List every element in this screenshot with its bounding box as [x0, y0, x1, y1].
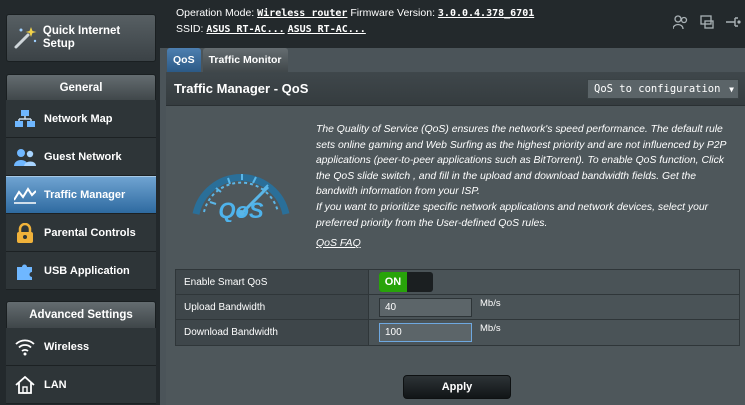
description-paragraph-2: If you want to prioritize specific netwo…: [316, 201, 709, 229]
sidebar-item-label: LAN: [44, 378, 67, 391]
sidebar-item-network-map[interactable]: Network Map: [6, 100, 156, 138]
download-bandwidth-input[interactable]: [379, 323, 472, 342]
firmware-link[interactable]: 3.0.0.4.378_6701: [438, 8, 534, 19]
lock-icon: [6, 214, 44, 252]
clients-icon[interactable]: [672, 14, 689, 30]
quick-internet-setup-label: Quick Internet Setup: [42, 25, 121, 50]
apply-button[interactable]: Apply: [403, 375, 511, 399]
sidebar-item-label: Network Map: [44, 112, 113, 125]
sidebar-item-label: USB Application: [44, 264, 130, 277]
tab-qos[interactable]: QoS: [167, 48, 201, 72]
upload-unit: Mb/s: [480, 297, 501, 309]
qos-gauge-icon: QoS: [186, 152, 296, 225]
operation-mode-link[interactable]: Wireless router: [257, 8, 347, 19]
general-section-header: General: [6, 74, 156, 102]
ssid-label: SSID:: [176, 23, 204, 35]
qos-settings-table: Enable Smart QoS ON Upload Bandwidth Mb/…: [175, 269, 740, 346]
network-status-icon[interactable]: [725, 14, 741, 30]
home-icon: [6, 366, 44, 404]
top-status-bar: Operation Mode: Wireless router Firmware…: [160, 0, 745, 48]
sidebar-item-wireless[interactable]: Wireless: [6, 328, 156, 366]
table-row-smart-qos: Enable Smart QoS ON: [176, 270, 739, 295]
upload-bandwidth-input[interactable]: [379, 297, 472, 317]
smart-qos-label: Enable Smart QoS: [176, 270, 369, 294]
usb-status-icon[interactable]: [699, 14, 715, 30]
advanced-menu: Wireless LAN: [6, 328, 156, 404]
operation-mode-label: Operation Mode:: [176, 7, 255, 19]
qos-description: The Quality of Service (QoS) ensures the…: [316, 122, 731, 231]
wifi-icon: [6, 328, 44, 366]
sidebar-item-usb-application[interactable]: USB Application: [6, 252, 156, 290]
status-icons: [672, 14, 741, 30]
ssid-line: SSID: ASUS RT-AC... ASUS RT-AC...: [176, 23, 366, 35]
tab-traffic-monitor[interactable]: Traffic Monitor: [202, 48, 288, 72]
sidebar-item-label: Parental Controls: [44, 226, 136, 239]
ssid-link-1[interactable]: ASUS RT-AC...: [206, 24, 284, 35]
description-paragraph-1: The Quality of Service (QoS) ensures the…: [316, 124, 727, 198]
panel-title-bar: Traffic Manager - QoS QoS to configurati…: [166, 72, 745, 106]
qos-mode-select[interactable]: QoS to configuration ▼: [587, 79, 739, 99]
sidebar-item-parental-controls[interactable]: Parental Controls: [6, 214, 156, 252]
qos-mode-value: QoS to configuration: [594, 83, 721, 95]
guest-network-icon: [6, 138, 44, 176]
quick-internet-setup-button[interactable]: Quick Internet Setup: [6, 14, 156, 62]
firmware-label: Firmware Version:: [350, 7, 435, 19]
advanced-settings-header: Advanced Settings: [6, 301, 156, 329]
sidebar-item-guest-network[interactable]: Guest Network: [6, 138, 156, 176]
page-title: Traffic Manager - QoS: [174, 81, 309, 96]
download-unit: Mb/s: [480, 323, 501, 334]
smart-qos-toggle[interactable]: ON: [379, 272, 433, 292]
magic-wand-icon: [7, 18, 43, 58]
puzzle-icon: [6, 252, 44, 290]
main-panel: Traffic Manager - QoS QoS to configurati…: [166, 72, 745, 405]
sidebar-item-label: Guest Network: [44, 150, 122, 163]
table-row-download: Download Bandwidth Mb/s: [176, 320, 739, 345]
ssid-link-2[interactable]: ASUS RT-AC...: [288, 24, 366, 35]
toggle-on-label: ON: [379, 272, 407, 292]
chevron-down-icon: ▼: [729, 85, 734, 94]
sidebar-item-lan[interactable]: LAN: [6, 366, 156, 404]
gauge-text: QoS: [218, 198, 264, 222]
sidebar-item-traffic-manager[interactable]: Traffic Manager: [6, 176, 156, 214]
sidebar-item-label: Wireless: [44, 340, 90, 353]
traffic-manager-icon: [6, 176, 44, 214]
upload-bandwidth-label: Upload Bandwidth: [176, 295, 369, 319]
table-row-upload: Upload Bandwidth Mb/s: [176, 295, 739, 320]
sidebar-item-label: Traffic Manager: [44, 189, 126, 201]
tab-bar: QoS Traffic Monitor: [167, 48, 288, 72]
sidebar: Quick Internet Setup General Network Map…: [0, 0, 160, 405]
qos-faq-link[interactable]: QoS FAQ: [316, 237, 361, 249]
network-map-icon: [6, 100, 44, 138]
general-menu: Network Map Guest Network Traffic Manage…: [6, 100, 156, 290]
download-bandwidth-label: Download Bandwidth: [176, 320, 369, 345]
operation-mode-line: Operation Mode: Wireless router Firmware…: [176, 7, 534, 19]
